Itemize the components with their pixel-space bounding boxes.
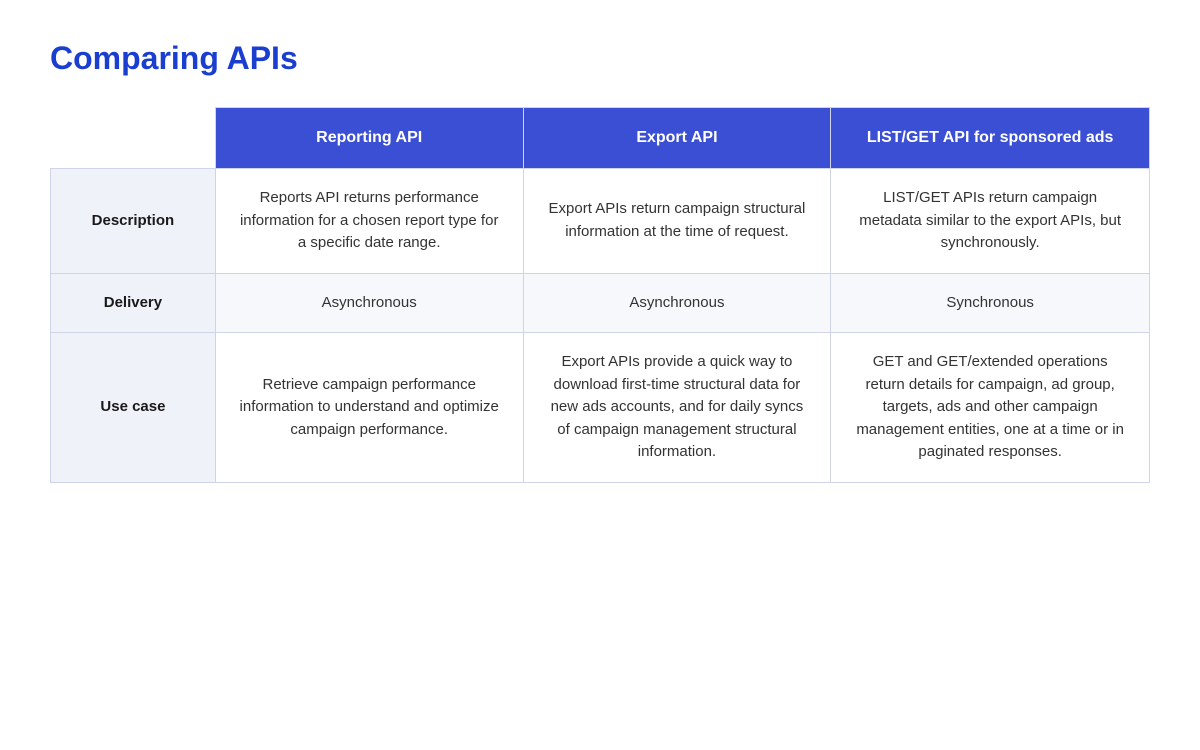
- row-label-usecase: Use case: [51, 333, 216, 483]
- header-empty: [51, 108, 216, 169]
- cell-description-listget: LIST/GET APIs return campaign metadata s…: [831, 169, 1150, 274]
- cell-usecase-export: Export APIs provide a quick way to downl…: [523, 333, 831, 483]
- cell-description-export: Export APIs return campaign structural i…: [523, 169, 831, 274]
- table-row: Delivery Asynchronous Asynchronous Synch…: [51, 273, 1150, 333]
- header-reporting-api: Reporting API: [215, 108, 523, 169]
- table-header-row: Reporting API Export API LIST/GET API fo…: [51, 108, 1150, 169]
- row-label-delivery: Delivery: [51, 273, 216, 333]
- table-row: Use case Retrieve campaign performance i…: [51, 333, 1150, 483]
- comparison-table: Reporting API Export API LIST/GET API fo…: [50, 107, 1150, 483]
- cell-usecase-reporting: Retrieve campaign performance informatio…: [215, 333, 523, 483]
- page-title: Comparing APIs: [50, 40, 1150, 77]
- header-listget-api: LIST/GET API for sponsored ads: [831, 108, 1150, 169]
- cell-delivery-reporting: Asynchronous: [215, 273, 523, 333]
- cell-description-reporting: Reports API returns performance informat…: [215, 169, 523, 274]
- row-label-description: Description: [51, 169, 216, 274]
- cell-delivery-export: Asynchronous: [523, 273, 831, 333]
- cell-usecase-listget: GET and GET/extended operations return d…: [831, 333, 1150, 483]
- header-export-api: Export API: [523, 108, 831, 169]
- table-row: Description Reports API returns performa…: [51, 169, 1150, 274]
- cell-delivery-listget: Synchronous: [831, 273, 1150, 333]
